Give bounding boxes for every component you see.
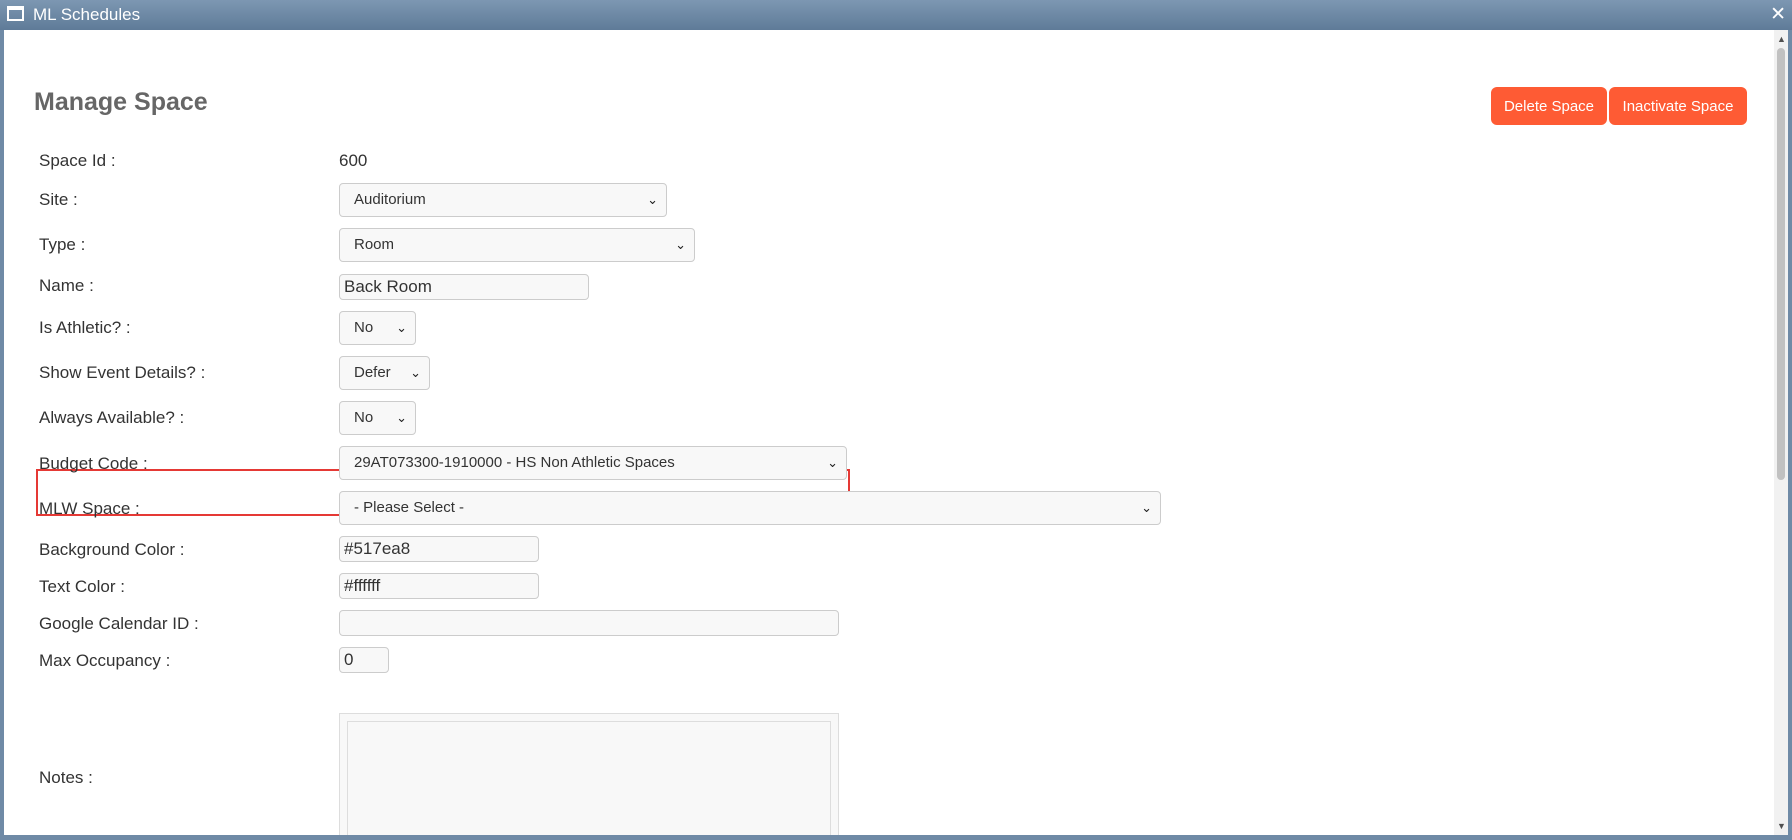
vertical-scrollbar[interactable]: ▲ ▼ [1774, 30, 1788, 835]
always-available-label: Always Available? : [39, 408, 185, 427]
window-titlebar: ML Schedules ✕ [0, 0, 1792, 30]
show-event-details-select-value: Defer [354, 364, 391, 381]
type-label: Type : [39, 235, 86, 254]
site-select-value: Auditorium [354, 191, 426, 208]
page-title: Manage Space [34, 88, 208, 116]
text-color-input[interactable]: #ffffff [339, 573, 539, 599]
always-available-select[interactable]: No ⌄ [339, 401, 416, 435]
chevron-down-icon: ⌄ [1141, 500, 1152, 515]
background-color-label: Background Color : [39, 540, 185, 559]
type-select[interactable]: Room ⌄ [339, 228, 695, 262]
notes-label: Notes : [39, 768, 93, 787]
mlw-space-select-value: - Please Select - [354, 499, 465, 516]
chevron-down-icon: ⌄ [410, 365, 421, 380]
show-event-details-select[interactable]: Defer ⌄ [339, 356, 430, 390]
mlw-space-select[interactable]: - Please Select - ⌄ [339, 491, 1161, 525]
chevron-down-icon: ⌄ [396, 320, 407, 335]
budget-code-select-value: 29AT073300-1910000 - HS Non Athletic Spa… [354, 454, 675, 471]
window-icon [7, 6, 24, 21]
max-occupancy-label: Max Occupancy : [39, 651, 171, 670]
is-athletic-label: Is Athletic? : [39, 318, 131, 337]
site-select[interactable]: Auditorium ⌄ [339, 183, 667, 217]
background-color-input[interactable]: #517ea8 [339, 536, 539, 562]
modal-content: Manage Space Delete Space Inactivate Spa… [4, 30, 1774, 835]
mlw-space-label: MLW Space : [39, 499, 140, 518]
chevron-down-icon: ⌄ [396, 410, 407, 425]
delete-space-button[interactable]: Delete Space [1491, 87, 1607, 125]
chevron-down-icon: ⌄ [827, 455, 838, 470]
scroll-down-icon[interactable]: ▼ [1777, 821, 1786, 831]
google-calendar-id-input[interactable] [339, 610, 839, 636]
inactivate-space-button[interactable]: Inactivate Space [1609, 87, 1747, 125]
google-calendar-id-label: Google Calendar ID : [39, 614, 199, 633]
budget-code-label: Budget Code : [39, 454, 148, 473]
is-athletic-select[interactable]: No ⌄ [339, 311, 416, 345]
text-color-label: Text Color : [39, 577, 125, 596]
notes-textarea-inner[interactable] [347, 721, 831, 835]
max-occupancy-input[interactable]: 0 [339, 647, 389, 673]
budget-code-select[interactable]: 29AT073300-1910000 - HS Non Athletic Spa… [339, 446, 847, 480]
close-icon[interactable]: ✕ [1770, 3, 1786, 26]
name-input[interactable]: Back Room [339, 274, 589, 300]
name-label: Name : [39, 276, 94, 295]
always-available-select-value: No [354, 409, 374, 426]
notes-textarea[interactable] [339, 713, 839, 835]
scroll-up-icon[interactable]: ▲ [1777, 34, 1786, 44]
scrollbar-thumb[interactable] [1777, 48, 1785, 480]
show-event-details-label: Show Event Details? : [39, 363, 206, 382]
site-label: Site : [39, 190, 78, 209]
chevron-down-icon: ⌄ [675, 237, 686, 252]
type-select-value: Room [354, 236, 395, 253]
space-id-label: Space Id : [39, 151, 116, 170]
space-id-value: 600 [339, 151, 368, 170]
chevron-down-icon: ⌄ [647, 192, 658, 207]
window-title: ML Schedules [33, 5, 141, 24]
is-athletic-select-value: No [354, 319, 374, 336]
